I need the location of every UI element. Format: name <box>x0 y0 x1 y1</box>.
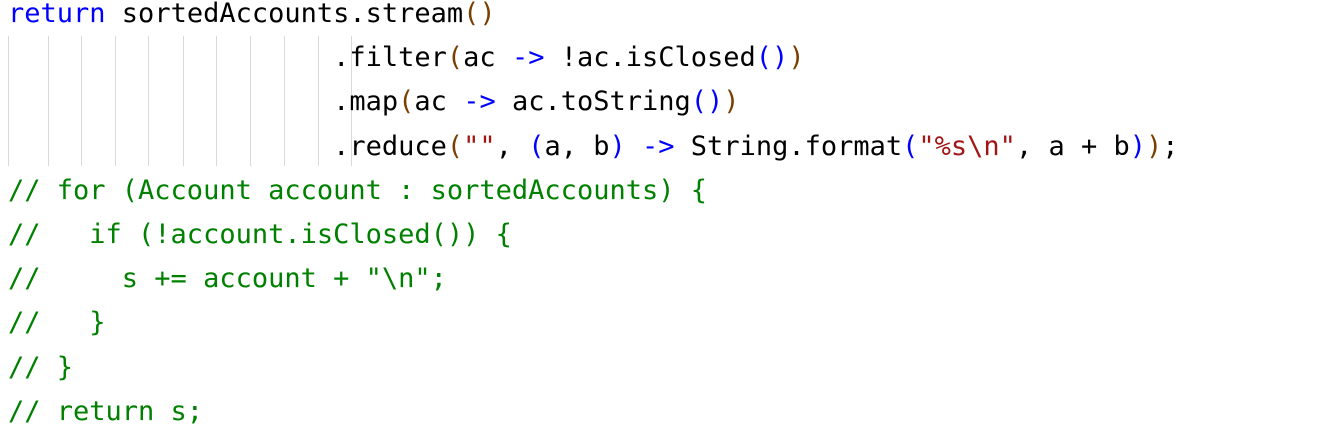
code-token-paren_inner: ) <box>1129 130 1146 162</box>
code-token-plain: sortedAccounts.stream <box>105 0 464 29</box>
code-token-paren_inner: ( <box>528 130 545 162</box>
code-token-plain: , <box>495 130 529 162</box>
code-token-paren_inner: ) <box>609 130 626 162</box>
code-line: .filter(ac -> !ac.isClosed()) <box>8 36 805 80</box>
code-token-paren_outer: ) <box>1146 130 1163 162</box>
code-token-string: "%s\n" <box>918 130 1016 162</box>
code-token-plain: .map <box>8 86 399 118</box>
code-token-plain: ac <box>463 42 512 74</box>
code-token-paren_inner: () <box>690 86 724 118</box>
code-token-comment: // } <box>8 307 106 339</box>
code-line: // return s; <box>8 390 203 434</box>
code-token-plain: a, b <box>544 130 610 162</box>
code-line: // } <box>8 346 73 390</box>
code-token-paren_inner: ( <box>902 130 919 162</box>
code-token-paren_outer: ) <box>788 42 805 74</box>
code-token-comment: // } <box>8 351 74 383</box>
code-token-plain: String.format <box>674 130 903 162</box>
code-token-comment: // for (Account account : sortedAccounts… <box>8 174 707 206</box>
code-token-string: "" <box>463 130 496 162</box>
code-line: .map(ac -> ac.toString()) <box>8 80 740 124</box>
code-token-plain: .filter <box>8 42 447 74</box>
code-token-plain: .reduce <box>8 130 447 162</box>
code-token-paren_outer: () <box>463 0 496 29</box>
code-token-plain: ac.toString <box>495 86 691 118</box>
code-token-paren_inner: -> <box>511 42 545 74</box>
code-token-comment: // s += account + "\n"; <box>8 263 447 295</box>
code-token-paren_inner: () <box>755 42 789 74</box>
code-line: return sortedAccounts.stream() <box>8 0 496 36</box>
code-token-paren_outer: ( <box>446 130 464 162</box>
code-editor[interactable]: return sortedAccounts.stream() .filter(a… <box>0 0 1333 429</box>
code-token-paren_inner: -> <box>642 130 675 162</box>
code-token-paren_outer: ) <box>723 86 740 118</box>
code-token-paren_outer: ( <box>398 86 415 118</box>
code-line: // s += account + "\n"; <box>8 257 447 301</box>
code-token-paren_inner: -> <box>463 86 496 118</box>
code-line: .reduce("", (a, b) -> String.format("%s\… <box>8 125 1179 169</box>
code-token-paren_outer: ( <box>446 42 464 74</box>
code-token-plain: !ac.isClosed <box>544 42 756 74</box>
code-line: // for (Account account : sortedAccounts… <box>8 169 707 213</box>
code-token-plain: , a + b <box>1015 130 1130 162</box>
code-token-plain: ; <box>1162 130 1179 162</box>
code-token-keyword: return <box>8 0 106 29</box>
code-token-comment: // if (!account.isClosed()) { <box>8 219 512 250</box>
code-token-comment: // return s; <box>8 395 204 427</box>
code-token-plain: ac <box>414 86 464 118</box>
code-line: // } <box>8 301 106 345</box>
code-line: // if (!account.isClosed()) { <box>8 213 512 257</box>
